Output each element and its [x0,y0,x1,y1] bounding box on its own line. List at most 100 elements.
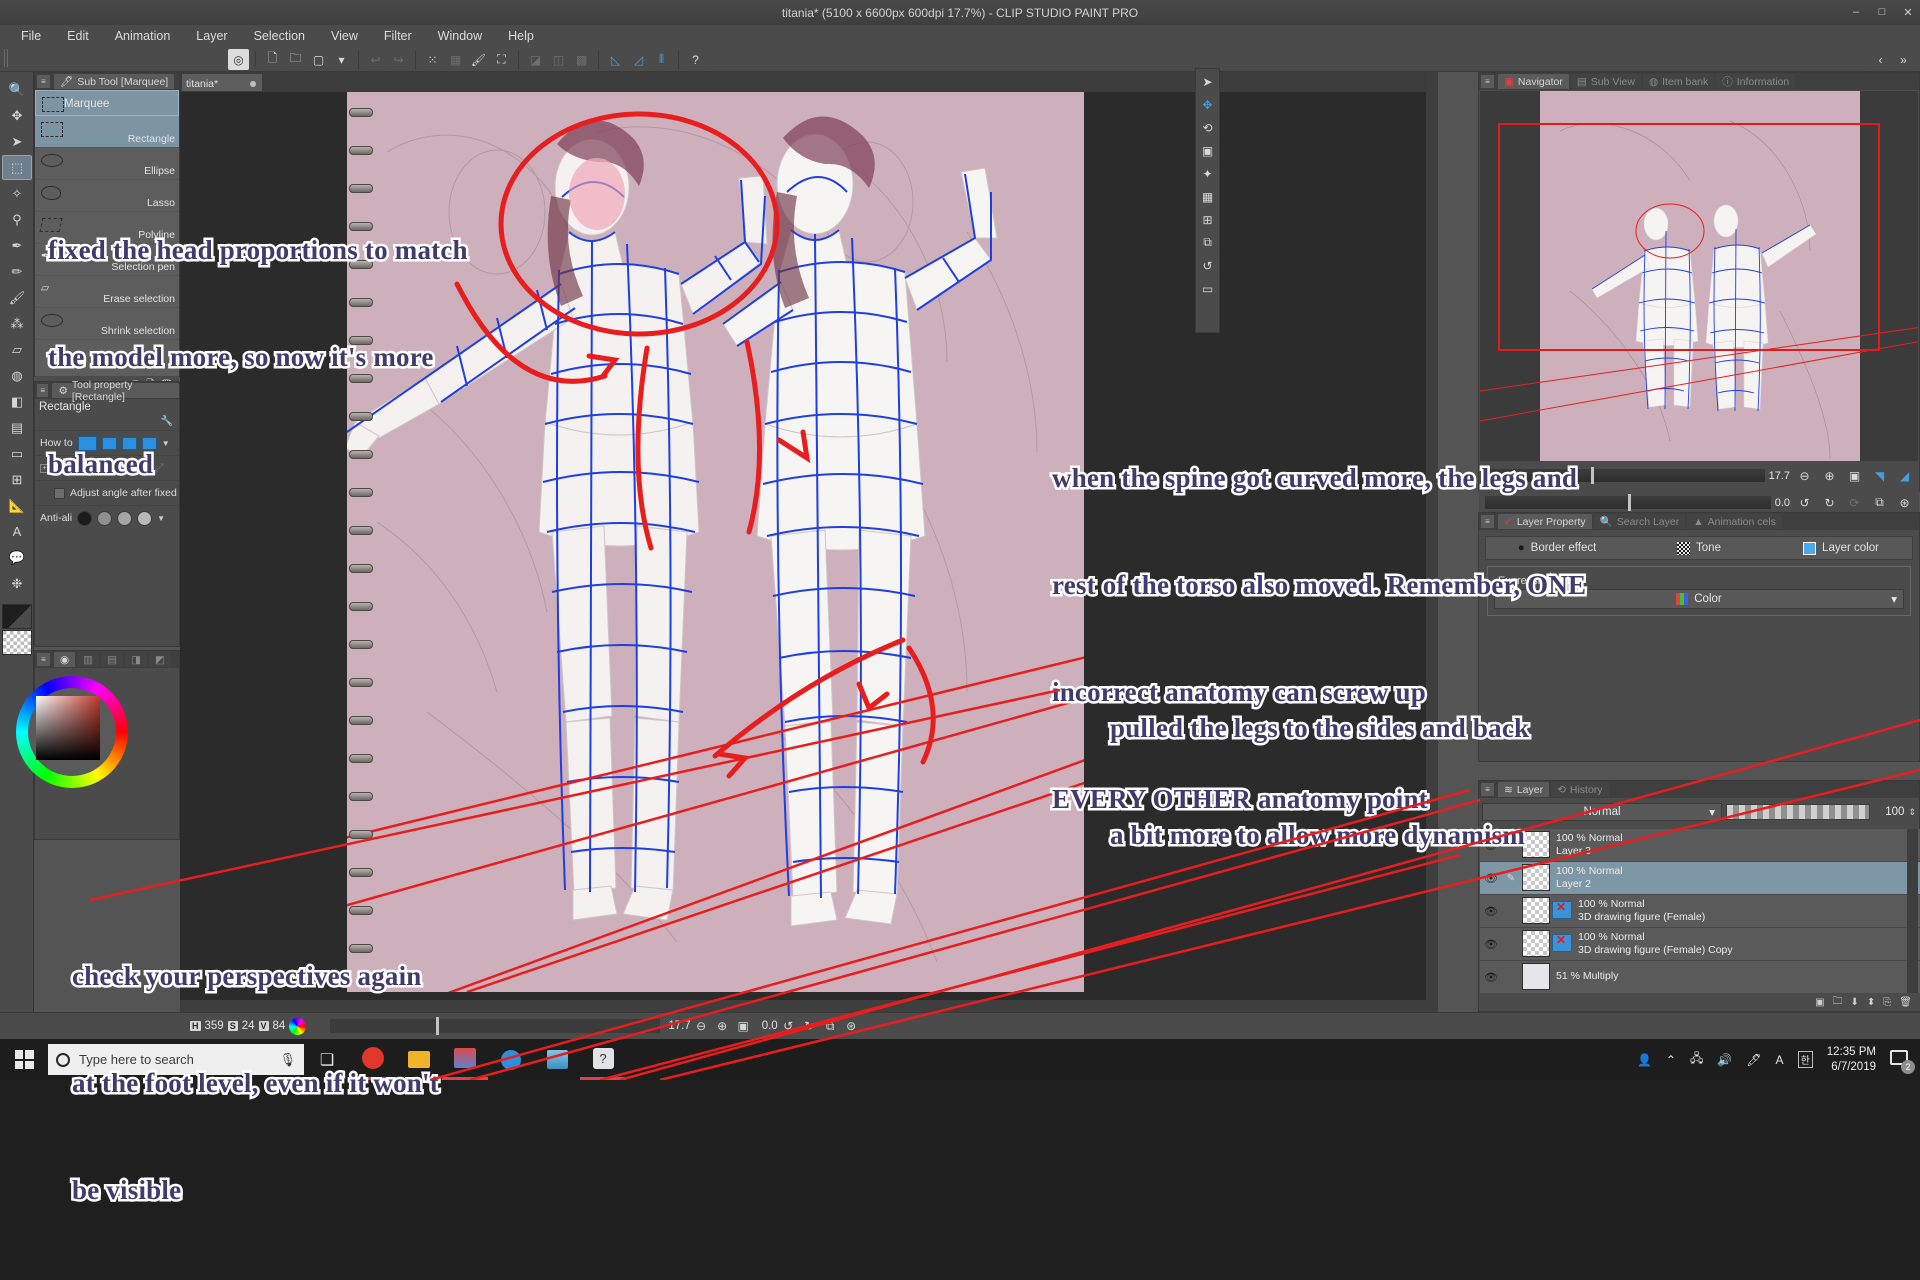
tool-figure-icon[interactable]: ▭ [2,441,32,466]
new-raster-layer-footer-icon[interactable]: ▣ [1815,997,1824,1008]
language-a-icon[interactable]: A [1776,1053,1784,1067]
tab-sub-view[interactable]: ▤ Sub View [1571,74,1641,89]
tool-move-icon[interactable]: ✥ [2,103,32,128]
tool-frame-icon[interactable]: ⊞ [2,467,32,492]
help-icon[interactable]: ? [685,49,706,70]
status-fit-icon[interactable]: ▣ [733,1016,754,1037]
layer-list-scrollbar[interactable] [1907,829,1918,1011]
status-flip-icon[interactable]: ⧉ [820,1016,841,1037]
invert-selection-icon[interactable]: ◫ [548,49,569,70]
layer-visibility-toggle[interactable]: 👁 [1480,928,1502,960]
symmetry-snap-icon[interactable]: ⫴ [651,49,672,70]
table-row[interactable]: 👁 100 % Normal 3D drawing figure (Female… [1480,895,1920,928]
network-icon[interactable]: 🖧 [1690,1049,1703,1070]
side-register-icon[interactable]: ⊞ [1197,209,1218,230]
approx-color-tab[interactable]: ◩ [149,652,171,667]
status-rotate-left-icon[interactable]: ↺ [778,1016,799,1037]
tool-property-menu-icon[interactable]: ≡ [37,384,48,397]
intermediate-color-tab[interactable]: ◨ [125,652,147,667]
menu-animation[interactable]: Animation [102,27,184,45]
selection-border-icon[interactable]: ▩ [571,49,592,70]
rotate-snap-icon[interactable]: ⊛ [1894,492,1915,513]
notification-center-icon[interactable]: 2 [1890,1050,1910,1070]
color-set-tab[interactable]: ▥ [77,652,99,667]
color-palette-menu-icon[interactable]: ≡ [37,653,50,666]
perspective-snap-icon[interactable]: ◿ [628,49,649,70]
status-zoom-in-icon[interactable]: ⊕ [712,1016,733,1037]
help-icon[interactable]: ? [580,1039,626,1080]
tool-balloon-icon[interactable]: 💬 [2,545,32,570]
redo-icon[interactable]: ↪ [388,49,409,70]
tool-decoration-icon[interactable]: ❉ [2,571,32,596]
merge-down-icon[interactable]: ⬍ [1867,997,1875,1008]
tool-blend-icon[interactable]: ◍ [2,363,32,388]
menu-edit[interactable]: Edit [54,27,102,45]
tool-ruler-icon[interactable]: 📐 [2,493,32,518]
sub-tool-menu-icon[interactable]: ≡ [37,75,50,88]
ime-korean-icon[interactable]: 한 [1798,1051,1813,1068]
foreground-background-color-swatch[interactable] [2,604,32,629]
open-file-icon[interactable]: 🗀 [285,49,306,70]
tab-navigator[interactable]: ▣ Navigator [1498,74,1569,89]
clock[interactable]: 12:35 PM 6/7/2019 [1827,1045,1876,1074]
clear-selection-icon[interactable]: ◪ [525,49,546,70]
maximize-button[interactable]: □ [1874,4,1890,20]
tab-search-layer[interactable]: 🔍 Search Layer [1594,514,1686,529]
tool-airbrush-icon[interactable]: ⁂ [2,311,32,336]
zoom-in-icon[interactable]: ⊕ [1819,465,1840,486]
people-icon[interactable]: 👤 [1637,1053,1652,1067]
color-slider-tab[interactable]: ▤ [101,652,123,667]
undo-icon[interactable]: ↩ [365,49,386,70]
side-reset-icon[interactable]: ↺ [1197,255,1218,276]
rotate-left-icon[interactable]: ↺ [1794,492,1815,513]
start-button[interactable] [0,1039,48,1080]
transparent-color-swatch[interactable] [2,630,32,655]
tool-text-icon[interactable]: A [2,519,32,544]
color-square-picker[interactable] [36,696,100,760]
flip-vertical-icon[interactable]: ◢ [1894,465,1915,486]
tool-brush-icon[interactable]: 🖌 [2,285,32,310]
command-bar-overflow-left-icon[interactable]: ‹ [1870,49,1891,70]
tone-button[interactable]: Tone [1628,542,1770,555]
clip-studio-icon[interactable] [442,1039,488,1080]
deselect-icon[interactable]: ⁙ [422,49,443,70]
fill-icon[interactable]: 🖌 [468,49,489,70]
menu-view[interactable]: View [318,27,371,45]
menu-file[interactable]: File [8,27,54,45]
menu-layer[interactable]: Layer [183,27,240,45]
browser-icon[interactable] [488,1039,534,1080]
tool-gradient-icon[interactable]: ▤ [2,415,32,440]
sub-tool-item-rectangle[interactable]: Rectangle [35,116,179,148]
color-wheel-tab[interactable]: ◉ [54,652,75,667]
side-body-icon[interactable]: ⧉ [1197,232,1218,253]
document-tab-titania[interactable]: titania* [182,74,262,91]
zoom-out-icon[interactable]: ⊖ [1794,465,1815,486]
tool-operation-icon[interactable]: ➤ [2,129,32,154]
opacity-slider[interactable] [1726,804,1870,820]
tool-fill-icon[interactable]: ◧ [2,389,32,414]
tab-information[interactable]: ⓘ Information [1716,74,1795,89]
side-light-icon[interactable]: ✦ [1197,163,1218,184]
tool-eyedropper-icon[interactable]: ⚲ [2,207,32,232]
transform-icon[interactable]: ⛶ [491,49,512,70]
status-rotate-right-icon[interactable]: ↻ [799,1016,820,1037]
ruler-snap-icon[interactable]: ◺ [605,49,626,70]
layer-visibility-toggle[interactable]: 👁 [1480,961,1502,993]
status-zoom-out-icon[interactable]: ⊖ [691,1016,712,1037]
clear-icon[interactable]: ▦ [445,49,466,70]
new-file-icon[interactable]: 🗋 [262,49,283,70]
side-arrow-icon[interactable]: ➤ [1197,71,1218,92]
close-button[interactable]: ✕ [1900,4,1916,20]
sub-tool-group-marquee[interactable]: Marquee [35,90,179,116]
tool-marquee-icon[interactable]: ⬚ [2,155,32,180]
tab-item-bank[interactable]: ◍ Item bank [1643,74,1714,89]
paint-icon[interactable] [534,1039,580,1080]
new-folder-icon[interactable]: 🗀 [1833,994,1843,1011]
sub-tool-tab[interactable]: 🖊 Sub Tool [Marquee] [54,74,174,89]
menu-selection[interactable]: Selection [241,27,318,45]
status-reset-view-icon[interactable]: ⊛ [841,1016,862,1037]
side-layout-icon[interactable]: ▦ [1197,186,1218,207]
chevron-up-icon[interactable]: ⌃ [1666,1053,1676,1067]
tool-magnifier-icon[interactable]: 🔍 [2,77,32,102]
menu-filter[interactable]: Filter [371,27,425,45]
